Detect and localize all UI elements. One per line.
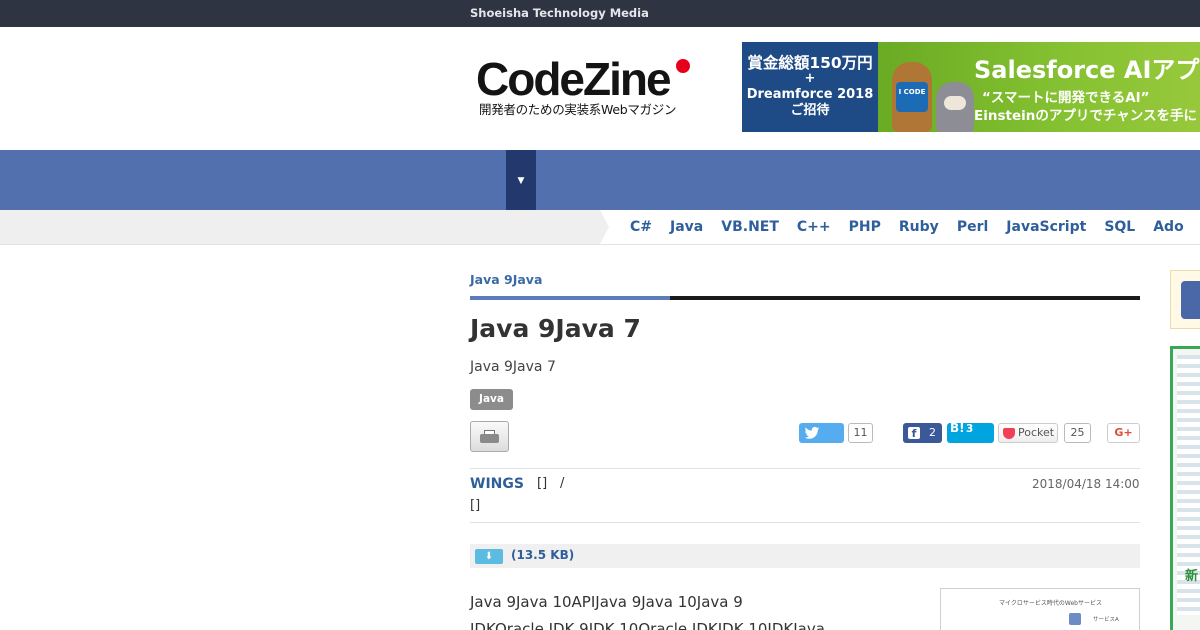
lang-link-php[interactable]: PHP	[849, 219, 881, 235]
publish-date: 2018/04/18 14:00	[1032, 477, 1140, 491]
lang-link-cpp[interactable]: C++	[797, 219, 831, 235]
download-size[interactable]: (13.5 KB)	[511, 548, 574, 562]
pocket-save-button[interactable]: Pocket	[998, 423, 1058, 443]
facebook-share-button[interactable]: f 2	[903, 423, 942, 443]
print-button[interactable]	[470, 421, 509, 452]
sidebar-ad-text: 新	[1185, 569, 1199, 584]
tag-java[interactable]: Java	[470, 389, 513, 410]
header-banner-ad[interactable]: 賞金総額150万円 + Dreamforce 2018 ご招待 I CODE S…	[742, 42, 1200, 132]
banner-event: Dreamforce 2018	[746, 87, 874, 102]
sidebar-ad[interactable]: 新	[1170, 346, 1200, 630]
author-bracket: []	[537, 476, 548, 491]
author-link[interactable]: WINGS	[470, 476, 524, 492]
twitter-share-button[interactable]	[799, 423, 844, 443]
language-bar-left-panel	[0, 210, 600, 244]
mascot-shirt-label: I CODE	[896, 82, 928, 112]
banner-prize-amount: 賞金総額150万円	[747, 54, 873, 72]
banner-title: Salesforce AIアプリ	[974, 56, 1200, 84]
lang-link-sql[interactable]: SQL	[1104, 219, 1135, 235]
facebook-f-icon: f	[908, 427, 920, 440]
article-body-line-2: JDKOracle JDK 9JDK 10Oracle JDKJDK 10JDK…	[470, 620, 825, 630]
bear-mascot-icon: I CODE	[886, 48, 932, 132]
pocket-count: 25	[1064, 423, 1091, 443]
facebook-count: 2	[929, 426, 936, 439]
logo-tagline: 開発者のための実装系Webマガジン	[479, 102, 677, 117]
author-divider-bottom	[470, 522, 1140, 523]
lang-link-java[interactable]: Java	[670, 219, 703, 235]
nav-dropdown-button[interactable]: ▼	[506, 150, 536, 210]
hatena-b-icon: B!	[950, 421, 965, 435]
sidebar-button[interactable]	[1181, 281, 1200, 319]
banner-prize-panel: 賞金総額150万円 + Dreamforce 2018 ご招待	[742, 42, 878, 132]
printer-icon	[480, 430, 499, 444]
pocket-label: Pocket	[1018, 426, 1055, 439]
main-nav	[0, 150, 1200, 210]
author-divider-top	[470, 468, 1140, 469]
article-title: Java 9Java 7	[470, 314, 641, 343]
banner-subtitle-1: “スマートに開発できるAI”	[982, 90, 1150, 106]
logo-dot-icon	[676, 59, 690, 73]
hatena-count: 3	[966, 423, 974, 435]
download-arrow-icon: ⬇	[475, 549, 503, 564]
author-slash: /	[560, 476, 565, 491]
logo-wordmark: CodeZine	[476, 53, 672, 105]
top-strip: Shoeisha Technology Media	[0, 0, 1200, 27]
google-plus-button[interactable]: G+	[1107, 423, 1140, 443]
download-bar[interactable]: ⬇ (13.5 KB)	[470, 544, 1140, 568]
banner-subtitle-2: Einsteinのアプリでチャンスを手に	[974, 108, 1197, 124]
twitter-count: 11	[848, 423, 873, 443]
article-category-link[interactable]: Java 9Java	[470, 272, 542, 287]
banner-promo-panel: I CODE Salesforce AIアプリ “スマートに開発できるAI” E…	[878, 42, 1200, 132]
twitter-bird-icon	[804, 426, 820, 439]
pocket-icon	[1003, 428, 1015, 439]
chevron-down-icon: ▼	[517, 176, 525, 186]
lang-link-ruby[interactable]: Ruby	[899, 219, 939, 235]
network-link[interactable]: Shoeisha Technology Media	[470, 6, 649, 20]
figure-label: サービスA	[1093, 617, 1119, 623]
article-body-line-1: Java 9Java 10APIJava 9Java 10Java 9	[470, 593, 743, 611]
banner-plus: +	[804, 71, 816, 86]
server-icon	[1069, 613, 1081, 625]
language-list: C# Java VB.NET C++ PHP Ruby Perl JavaScr…	[630, 219, 1200, 235]
language-bar-arrow	[600, 210, 609, 244]
lang-link-javascript[interactable]: JavaScript	[1006, 219, 1086, 235]
hatena-bookmark-button[interactable]: B! 3	[947, 421, 994, 443]
lang-link-ado[interactable]: Ado	[1153, 219, 1183, 235]
article-subtitle: Java 9Java 7	[470, 359, 556, 375]
category-divider-accent	[470, 296, 670, 300]
lang-link-vbnet[interactable]: VB.NET	[721, 219, 779, 235]
banner-invite: ご招待	[790, 103, 830, 118]
article-figure[interactable]: マイクロサービス時代のWebサービス サービスA	[940, 588, 1140, 630]
author-second-line: []	[470, 498, 481, 513]
raccoon-mascot-icon	[936, 82, 974, 132]
site-logo[interactable]: CodeZine 開発者のための実装系Webマガジン	[476, 56, 706, 118]
lang-link-csharp[interactable]: C#	[630, 219, 652, 235]
figure-caption: マイクロサービス時代のWebサービス	[999, 600, 1102, 607]
lang-link-perl[interactable]: Perl	[957, 219, 988, 235]
